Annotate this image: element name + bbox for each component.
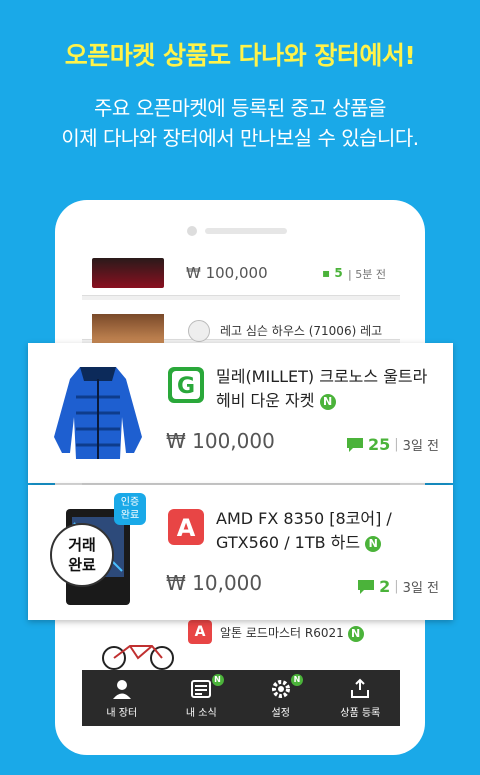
- tab-my-news[interactable]: N 내 소식: [162, 670, 242, 726]
- headline: 오픈마켓 상품도 다나와 장터에서!: [64, 41, 416, 70]
- product-meta: 2 | 3일 전: [357, 577, 439, 596]
- product-meta: 25 | 3일 전: [346, 435, 439, 454]
- sold-stamp: 거래 완료: [50, 523, 114, 587]
- tab-settings[interactable]: N 설정: [241, 670, 321, 726]
- comment-count: ▪ 5: [322, 266, 343, 280]
- product-thumbnail: [102, 645, 174, 670]
- bottom-tab-bar: 내 장터 N 내 소식 N 설정 상품 등록: [82, 670, 400, 726]
- camera-icon: [187, 226, 197, 236]
- tab-label: 내 소식: [185, 708, 217, 719]
- avatar: [188, 320, 210, 342]
- item-title: 레고 심슨 하우스 (71006) 레고: [220, 324, 383, 338]
- new-badge: N: [291, 674, 303, 686]
- tab-label: 내 장터: [106, 708, 138, 719]
- new-badge: N: [347, 625, 364, 642]
- svg-text:G: G: [177, 374, 195, 399]
- chat-icon: [358, 579, 375, 594]
- gear-icon: [271, 680, 290, 698]
- tab-label: 설정: [271, 708, 290, 719]
- comment-count: 25: [368, 435, 391, 454]
- item-price: ₩ 100,000: [186, 264, 268, 282]
- upload-icon: [351, 678, 370, 698]
- speaker-grille: [205, 228, 287, 234]
- list-item[interactable]: ₩ 100,000 ▪ 5 | 5분 전: [82, 258, 400, 296]
- auction-icon: A: [168, 509, 204, 545]
- product-title: AMD FX 8350 [8코어] / GTX560 / 1TB 하드 N: [216, 509, 392, 552]
- gmarket-icon: G: [168, 367, 204, 403]
- person-icon: [112, 680, 131, 699]
- verified-badge: 인증 완료: [114, 493, 146, 525]
- new-badge: N: [365, 535, 382, 552]
- product-thumbnail: [92, 258, 164, 288]
- auction-icon: A: [188, 620, 212, 644]
- product-thumbnail: [92, 314, 164, 344]
- comment-count: 2: [379, 577, 391, 596]
- product-price: ₩ 10,000: [166, 571, 263, 595]
- item-title: 알톤 로드마스터 R6021 N: [220, 624, 364, 642]
- product-image: [54, 367, 142, 459]
- list-item[interactable]: 레고 심슨 하우스 (71006) 레고: [82, 300, 400, 344]
- new-badge: N: [319, 393, 336, 410]
- post-time: 3일 전: [402, 439, 439, 454]
- featured-product-card[interactable]: 인증 완료 거래 완료 A AMD FX 8350 [8코어] / GTX560…: [28, 485, 453, 620]
- new-badge: N: [211, 674, 224, 686]
- tab-my-market[interactable]: 내 장터: [82, 670, 162, 726]
- tab-add-product[interactable]: 상품 등록: [321, 670, 401, 726]
- subtitle-line-1: 주요 오픈마켓에 등록된 중고 상품을: [94, 96, 386, 120]
- post-time: | 5분 전: [348, 268, 386, 281]
- product-price: ₩ 100,000: [166, 429, 275, 453]
- featured-product-card[interactable]: G 밀레(MILLET) 크로노스 울트라 헤비 다운 자켓 N ₩ 100,0…: [28, 343, 453, 483]
- chat-icon: [347, 437, 364, 452]
- product-title: 밀레(MILLET) 크로노스 울트라 헤비 다운 자켓 N: [216, 367, 428, 410]
- list-item[interactable]: A 알톤 로드마스터 R6021 N: [82, 616, 400, 678]
- svg-text:A: A: [177, 514, 196, 542]
- subtitle-line-2: 이제 다나와 장터에서 만나보실 수 있습니다.: [61, 126, 419, 150]
- news-icon: [191, 680, 212, 698]
- tab-label: 상품 등록: [340, 708, 381, 719]
- post-time: 3일 전: [402, 581, 439, 596]
